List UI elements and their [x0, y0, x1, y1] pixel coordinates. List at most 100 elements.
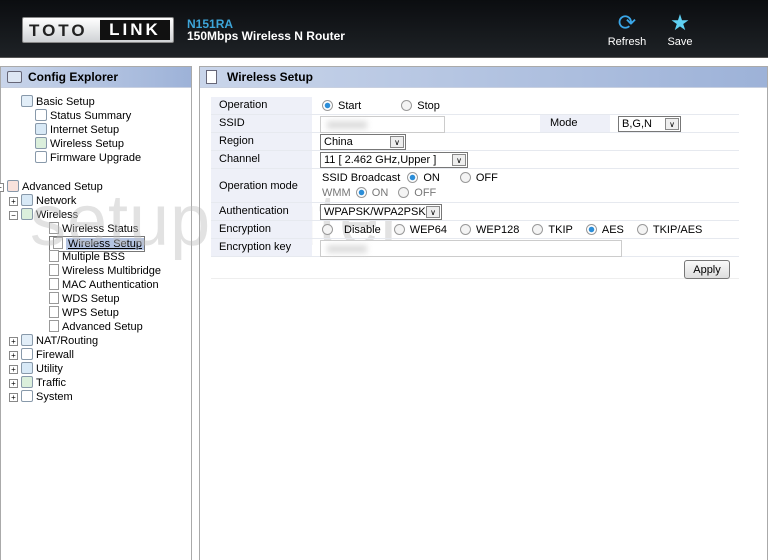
expand-icon[interactable]: +	[9, 365, 18, 374]
folder-icon	[21, 208, 33, 220]
wireless-setup-panel: Wireless Setup Operation Start Stop SSID …	[199, 66, 768, 560]
chevron-down-icon: ∨	[665, 118, 679, 130]
encryption-option-label: TKIP	[548, 224, 573, 236]
tree-item-internet-setup[interactable]: Internet Setup	[35, 123, 119, 137]
encryption-option-label: TKIP/AES	[652, 224, 703, 236]
apply-row: Apply	[211, 257, 739, 279]
folder-icon	[21, 362, 33, 374]
expand-icon[interactable]: +	[9, 351, 18, 360]
page-icon	[49, 278, 59, 290]
operation-start-radio[interactable]	[322, 100, 333, 111]
encryption-tkip-aes-radio[interactable]	[636, 224, 648, 235]
encryption-wep128-radio[interactable]	[459, 224, 471, 235]
collapse-icon[interactable]: −	[9, 211, 18, 220]
off-label: OFF	[414, 187, 437, 199]
tree-item-utility[interactable]: + Utility	[9, 362, 63, 376]
tree-item-label: NAT/Routing	[36, 335, 99, 347]
page-icon	[53, 237, 63, 249]
mode-select[interactable]: B,G,N ∨	[618, 116, 681, 132]
ssid-broadcast-label: SSID Broadcast	[322, 172, 401, 184]
authentication-select[interactable]: WPAPSK/WPA2PSK ∨	[320, 204, 442, 220]
tree-item-label: MAC Authentication	[62, 279, 159, 291]
wmm-off-radio[interactable]	[398, 187, 410, 198]
product-subtitle: 150Mbps Wireless N Router	[187, 29, 345, 43]
folder-icon	[21, 334, 33, 346]
page-icon	[49, 292, 59, 304]
tree-item-label: Status Summary	[50, 110, 132, 122]
tree-item-label: Internet Setup	[50, 124, 120, 136]
tree-item-label: Wireless Setup	[50, 138, 124, 150]
tree-item-traffic[interactable]: + Traffic	[9, 376, 66, 390]
star-icon: ★	[670, 10, 690, 35]
logo-text-link: LINK	[100, 20, 170, 40]
tree-item-wds-setup[interactable]: WDS Setup	[49, 292, 119, 306]
tree-item-advanced-setup[interactable]: Advanced Setup	[49, 320, 143, 334]
encryption-option-label: WEP128	[475, 224, 520, 236]
ssid-label: SSID	[211, 115, 312, 132]
encryption-option-label: AES	[601, 224, 624, 236]
on-label: ON	[371, 187, 389, 199]
tree-item-basic-setup[interactable]: Basic Setup	[21, 95, 95, 109]
refresh-icon: ⟳	[617, 10, 637, 35]
config-explorer-panel: Config Explorer Basic Setup Status Summar…	[0, 66, 192, 560]
config-explorer-title: Config Explorer	[1, 67, 191, 88]
folder-icon	[21, 376, 33, 388]
tree-item-label: Wireless Multibridge	[62, 265, 162, 277]
operation-stop-radio[interactable]	[401, 100, 413, 111]
wmm-on-radio[interactable]	[355, 187, 367, 198]
collapse-icon[interactable]: −	[0, 183, 4, 192]
tree-item-label: Wireless	[36, 209, 79, 221]
refresh-button[interactable]: ⟳ Refresh	[606, 10, 648, 48]
tree-item-advanced-setup[interactable]: − Advanced Setup	[0, 180, 103, 194]
operation-label: Operation	[211, 97, 312, 114]
encryption-wep64-radio[interactable]	[393, 224, 405, 235]
region-select[interactable]: China ∨	[320, 134, 406, 150]
encryption-key-input[interactable]	[320, 240, 622, 257]
tree-item-nat-routing[interactable]: + NAT/Routing	[9, 334, 98, 348]
tree-item-label: Firmware Upgrade	[50, 152, 142, 164]
expand-icon[interactable]: +	[9, 379, 18, 388]
tree-item-wireless-multibridge[interactable]: Wireless Multibridge	[49, 264, 161, 278]
tree-item-mac-authentication[interactable]: MAC Authentication	[49, 278, 159, 292]
expand-icon[interactable]: +	[9, 393, 18, 402]
region-row: Region China ∨	[211, 133, 739, 151]
ssid-broadcast-on-radio[interactable]	[407, 172, 419, 183]
tree-item-label: Traffic	[36, 377, 66, 389]
authentication-label: Authentication	[211, 203, 312, 220]
channel-select[interactable]: 11 [ 2.462 GHz,Upper ] ∨	[320, 152, 468, 168]
encryption-key-row: Encryption key	[211, 239, 739, 257]
tree-item-firmware-upgrade[interactable]: Firmware Upgrade	[35, 151, 141, 165]
tree-item-firewall[interactable]: + Firewall	[9, 348, 74, 362]
expand-icon[interactable]: +	[9, 337, 18, 346]
chevron-down-icon: ∨	[426, 206, 440, 218]
tree-item-label: WDS Setup	[62, 293, 120, 305]
tree-item-label: System	[36, 391, 73, 403]
ssid-input[interactable]	[320, 116, 445, 133]
on-label: ON	[423, 172, 440, 184]
tree-item-multiple-bss[interactable]: Multiple BSS	[49, 250, 125, 264]
encryption-tkip-radio[interactable]	[532, 224, 544, 235]
wireless-form: Operation Start Stop SSID Mode B,G,N ∨ Reg…	[211, 97, 739, 279]
encryption-disable-radio[interactable]	[322, 224, 333, 235]
folder-icon	[21, 390, 33, 402]
channel-label: Channel	[211, 151, 312, 168]
logo-text: TOTO	[29, 21, 88, 40]
tree-item-wireless[interactable]: − Wireless	[9, 208, 78, 222]
totolink-logo: TOTO LINK	[22, 17, 174, 43]
encryption-aes-radio[interactable]	[585, 224, 597, 235]
ssid-broadcast-off-radio[interactable]	[459, 172, 471, 183]
tree-item-wireless-status[interactable]: Wireless Status	[49, 222, 138, 236]
page-icon	[206, 70, 217, 84]
tree-item-label: Network	[36, 195, 77, 207]
tree-item-wireless-setup[interactable]: Wireless Setup	[35, 137, 124, 151]
save-button[interactable]: ★ Save	[664, 10, 696, 48]
page-icon	[49, 306, 59, 318]
tree-item-wps-setup[interactable]: WPS Setup	[49, 306, 119, 320]
apply-button[interactable]: Apply	[684, 260, 730, 279]
tree-item-status-summary[interactable]: Status Summary	[35, 109, 131, 123]
encryption-option-label: WEP64	[409, 224, 447, 236]
tree-item-network[interactable]: + Network	[9, 194, 76, 208]
tree-item-system[interactable]: + System	[9, 390, 73, 404]
chevron-down-icon: ∨	[452, 154, 466, 166]
expand-icon[interactable]: +	[9, 197, 18, 206]
